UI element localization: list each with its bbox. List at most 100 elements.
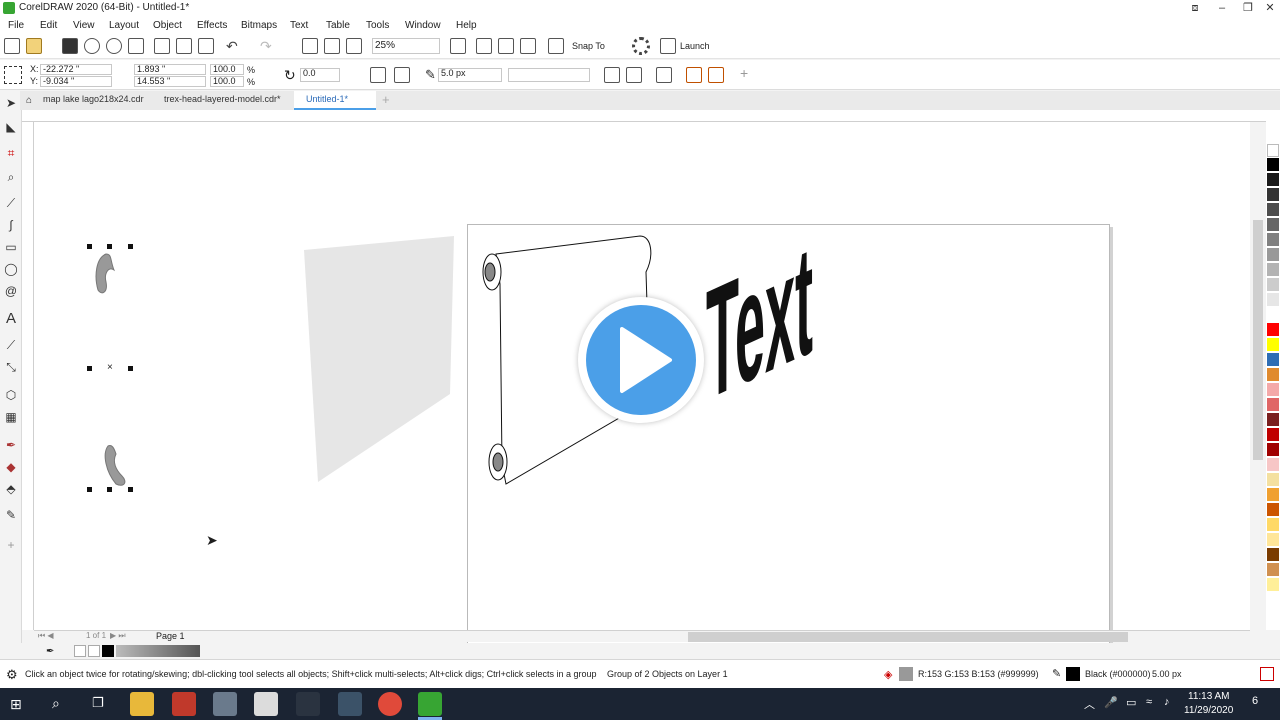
y-position-field[interactable]: -9.034 " [40,76,112,87]
shape-tool-icon[interactable]: ◣ [3,119,19,135]
app-icon-6[interactable] [338,692,362,716]
doc-swatch-none[interactable] [74,645,86,657]
task-view-icon[interactable]: ❐ [92,695,104,711]
horizontal-ruler[interactable] [22,110,1267,122]
palette-swatch[interactable] [1267,263,1279,276]
width-field[interactable]: 1.893 " [134,64,206,75]
selection-handle[interactable] [128,244,133,249]
scale-height-field[interactable]: 100.0 [210,76,244,87]
x-position-field[interactable]: -22.272 " [40,64,112,75]
palette-swatch[interactable] [1267,578,1279,591]
save-icon[interactable] [62,38,78,54]
menu-effects[interactable]: Effects [197,20,227,31]
app-icon-5[interactable] [296,692,320,716]
page-nav-arrows[interactable]: ⏮ ◀ [38,631,54,641]
freehand-tool-icon[interactable]: ⟋ [3,195,19,211]
palette-swatch[interactable] [1267,518,1279,531]
combine-icon[interactable] [604,67,620,83]
palette-swatch[interactable] [1267,278,1279,291]
line-style-select[interactable] [508,68,590,82]
palette-swatch[interactable] [1267,158,1279,171]
palette-swatch[interactable] [1267,188,1279,201]
new-tab-icon[interactable]: + [382,92,390,107]
file-explorer-icon[interactable] [130,692,154,716]
tab-map-lake[interactable]: map lake lago218x24.cdr [43,94,144,104]
menu-window[interactable]: Window [405,20,441,31]
palette-swatch[interactable] [1267,233,1279,246]
menu-object[interactable]: Object [153,20,182,31]
rectangle-tool-icon[interactable]: ▭ [3,239,19,255]
print-icon[interactable] [128,38,144,54]
selection-handle[interactable] [87,487,92,492]
skewed-text-object[interactable]: Text [698,250,830,450]
paste-icon[interactable] [198,38,214,54]
no-color-swatch[interactable] [1267,144,1279,157]
palette-swatch[interactable] [1267,413,1279,426]
snap-to-dropdown[interactable]: Snap To [572,41,605,51]
microphone-icon[interactable]: 🎤 [1104,696,1118,709]
tray-chevron-icon[interactable]: ︿ [1084,696,1095,712]
ellipse-tool-icon[interactable]: ◯ [3,261,19,277]
publish-pdf-icon[interactable] [346,38,362,54]
close-button[interactable]: ✕ [1258,0,1280,17]
wifi-icon[interactable]: ≈ [1146,696,1152,708]
home-icon[interactable]: ⌂ [26,95,32,106]
menu-table[interactable]: Table [326,20,350,31]
page-1-tab[interactable]: Page 1 [156,631,185,641]
palette-swatch[interactable] [1267,473,1279,486]
page-nav-forward[interactable]: ▶ ⏭ [110,631,126,641]
to-front-icon[interactable] [686,67,702,83]
pick-tool-icon[interactable]: ➤ [3,95,19,111]
maximize-button[interactable]: ❐ [1236,0,1260,17]
vertical-ruler[interactable] [22,122,34,630]
artistic-media-icon[interactable]: ∫ [3,217,19,233]
eyedropper-icon[interactable]: ✒ [3,437,19,453]
settings-gear-icon[interactable]: ⚙ [6,667,18,683]
vertical-scroll-thumb[interactable] [1253,220,1263,460]
cloud-download-icon[interactable] [106,38,122,54]
palette-swatch[interactable] [1267,353,1279,366]
show-guidelines-icon[interactable] [520,38,536,54]
new-document-icon[interactable] [4,38,20,54]
palette-swatch[interactable] [1267,383,1279,396]
fill-color-swatch[interactable] [899,667,913,681]
chrome-icon[interactable] [378,692,402,716]
palette-swatch[interactable] [1267,203,1279,216]
scroll-curl-top-object[interactable] [92,252,116,296]
menu-edit[interactable]: Edit [40,20,57,31]
palette-swatch[interactable] [1267,443,1279,456]
text-tool-icon[interactable]: A [3,311,19,327]
palette-swatch[interactable] [1267,563,1279,576]
horizontal-scroll-thumb[interactable] [688,632,1128,642]
menu-file[interactable]: File [8,20,24,31]
scale-width-field[interactable]: 100.0 [210,64,244,75]
cloud-upload-icon[interactable] [84,38,100,54]
palette-swatch[interactable] [1267,428,1279,441]
outline-tool-icon[interactable]: ✎ [3,507,19,523]
vertical-scrollbar[interactable] [1251,122,1265,630]
spiral-tool-icon[interactable]: @ [3,283,19,299]
menu-layout[interactable]: Layout [109,20,139,31]
coreldraw-taskbar-icon[interactable] [418,692,442,716]
palette-swatch[interactable] [1267,293,1279,306]
menu-bitmaps[interactable]: Bitmaps [241,20,277,31]
palette-swatch[interactable] [1267,173,1279,186]
ungroup-icon[interactable] [626,67,642,83]
outline-color-swatch[interactable] [1066,667,1080,681]
doc-swatch-white[interactable] [88,645,100,657]
palette-swatch[interactable] [1267,458,1279,471]
add-icon[interactable]: + [740,65,748,81]
palette-swatch[interactable] [1267,398,1279,411]
palette-swatch[interactable] [1267,248,1279,261]
cut-icon[interactable] [154,38,170,54]
crop-tool-icon[interactable]: ⌗ [3,145,19,161]
rotation-angle-field[interactable]: 0.0 [300,68,340,82]
selection-handle[interactable] [87,366,92,371]
smart-fill-icon[interactable]: ⬘ [3,481,19,497]
selection-handle[interactable] [107,487,112,492]
options-gear-icon[interactable] [632,37,650,55]
app-icon-4[interactable] [254,692,278,716]
palette-swatch[interactable] [1267,503,1279,516]
mirror-horizontal-icon[interactable] [370,67,386,83]
tab-trex-head[interactable]: trex-head-layered-model.cdr* [164,94,281,104]
